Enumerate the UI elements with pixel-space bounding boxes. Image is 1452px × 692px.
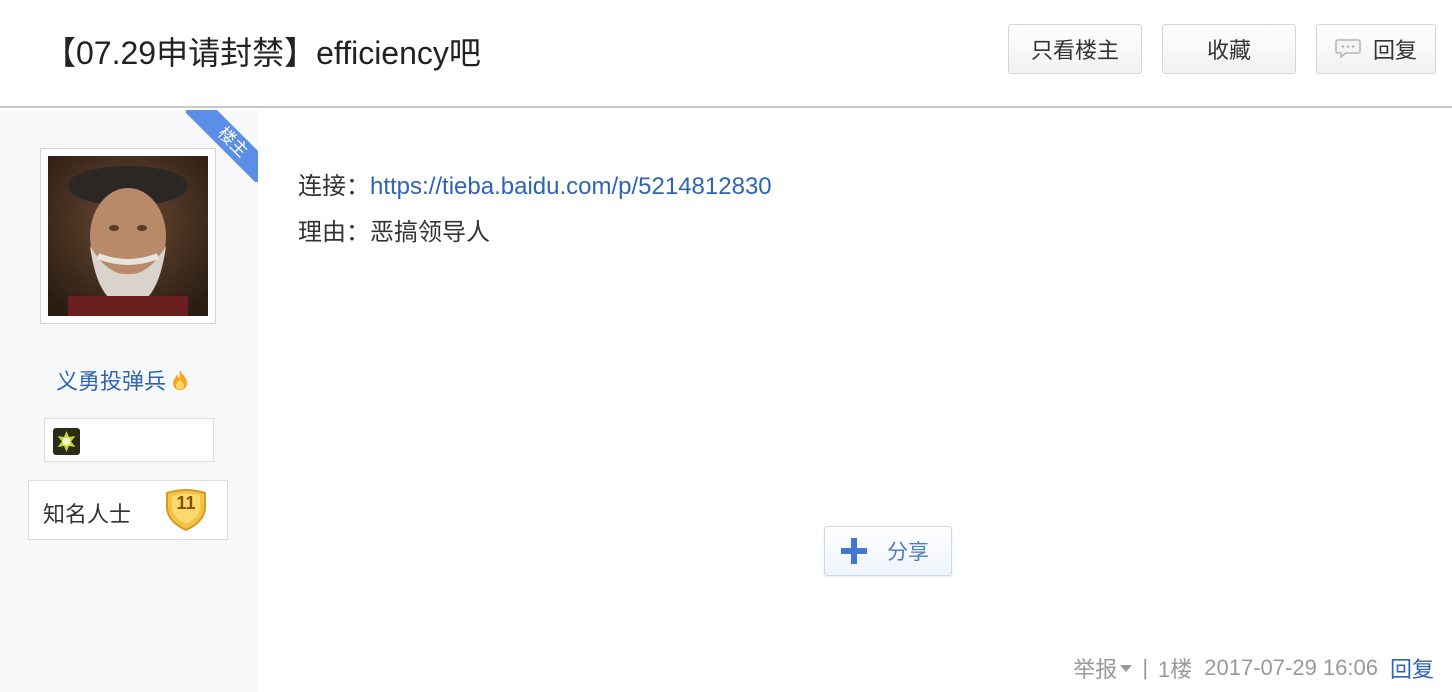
link-line: 连接：https://tieba.baidu.com/p/5214812830: [298, 164, 772, 210]
footer-reply-link[interactable]: 回复: [1390, 652, 1434, 684]
fire-icon: [173, 370, 188, 390]
post-header: 【07.29申请封禁】efficiency吧 只看楼主 收藏 回复: [0, 0, 1452, 108]
post-link[interactable]: https://tieba.baidu.com/p/5214812830: [370, 173, 772, 200]
report-button[interactable]: 举报: [1073, 652, 1133, 684]
post-timestamp: 2017-07-29 16:06: [1204, 655, 1378, 680]
post-title: 【07.29申请封禁】efficiency吧: [44, 35, 481, 71]
reason-text: 恶搞领导人: [370, 219, 490, 246]
reason-label: 理由：: [298, 219, 370, 246]
avatar[interactable]: [48, 156, 208, 316]
speech-bubble-icon: [1335, 39, 1361, 59]
reason-line: 理由：恶搞领导人: [298, 210, 772, 256]
rank-title: 知名人士: [43, 502, 132, 527]
level-number: 11: [176, 493, 196, 513]
medal-icon[interactable]: [53, 428, 80, 455]
share-plus-icon: [841, 538, 867, 564]
reply-button-label: 回复: [1372, 38, 1417, 63]
post-footer: 举报 | 1楼 2017-07-29 16:06 回复: [1073, 652, 1434, 684]
author-name-text[interactable]: 义勇投弹兵: [56, 364, 166, 396]
author-name[interactable]: 义勇投弹兵: [56, 364, 190, 396]
reply-button[interactable]: 回复: [1316, 24, 1436, 74]
footer-separator: |: [1142, 655, 1149, 680]
share-label: 分享: [887, 541, 929, 564]
badge-icon-box: [44, 418, 214, 462]
dropdown-triangle-icon: [1120, 664, 1133, 672]
link-label: 连接：: [298, 173, 370, 200]
report-label: 举报: [1073, 657, 1118, 682]
only-op-button[interactable]: 只看楼主: [1008, 24, 1142, 74]
avatar-image: [48, 156, 208, 316]
share-button[interactable]: 分享: [824, 526, 952, 576]
favorite-button[interactable]: 收藏: [1162, 24, 1296, 74]
rank-box[interactable]: 知名人士 11: [28, 480, 228, 540]
avatar-frame[interactable]: [40, 148, 216, 324]
floor-number: 1楼: [1158, 657, 1193, 682]
post-content: 连接：https://tieba.baidu.com/p/5214812830 …: [298, 164, 772, 256]
